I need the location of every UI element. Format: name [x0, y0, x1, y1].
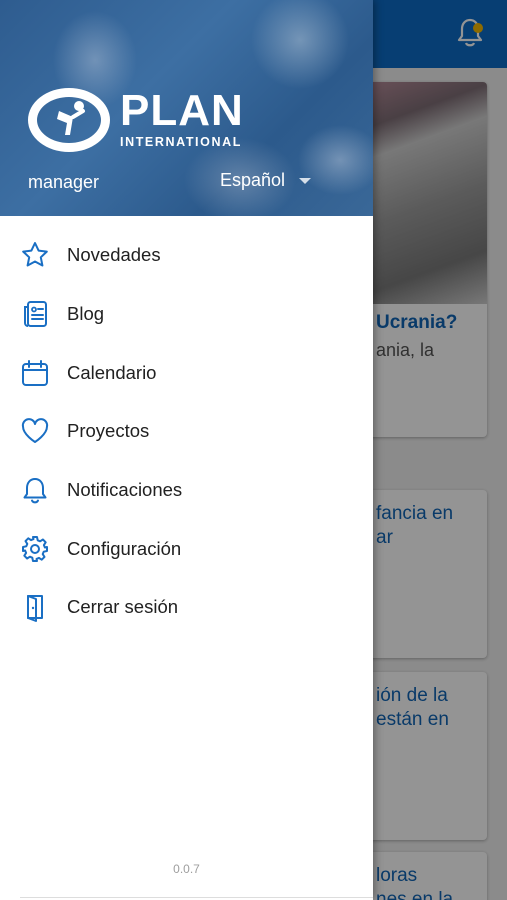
menu-item-configuracion[interactable]: Configuración [0, 519, 373, 578]
plan-international-logo: PLAN INTERNATIONAL [28, 88, 244, 152]
door-icon [20, 592, 50, 623]
bell-icon [20, 475, 50, 505]
divider [20, 897, 373, 898]
menu-item-proyectos[interactable]: Proyectos [0, 402, 373, 461]
star-icon [20, 240, 50, 270]
menu-item-cerrar-sesion[interactable]: Cerrar sesión [0, 578, 373, 637]
gear-icon [20, 534, 50, 564]
calendar-icon [20, 358, 50, 388]
logo-wordmark: PLAN [120, 86, 244, 135]
app-version: 0.0.7 [173, 862, 200, 876]
menu-item-label: Configuración [67, 537, 182, 559]
drawer-menu: Novedades Blog Calendario Proyectos Noti… [0, 226, 373, 637]
blog-icon [20, 299, 50, 329]
menu-item-novedades[interactable]: Novedades [0, 226, 373, 285]
heart-icon [20, 416, 50, 446]
menu-item-label: Novedades [67, 244, 161, 266]
menu-item-notificaciones[interactable]: Notificaciones [0, 461, 373, 520]
language-select-value: Español [220, 170, 286, 190]
chevron-down-icon [299, 177, 312, 184]
user-name: manager [28, 172, 100, 192]
menu-item-label: Cerrar sesión [67, 596, 179, 618]
menu-item-label: Notificaciones [67, 479, 183, 501]
menu-item-calendario[interactable]: Calendario [0, 343, 373, 402]
menu-item-label: Calendario [67, 361, 157, 383]
menu-item-label: Blog [67, 303, 105, 325]
menu-item-blog[interactable]: Blog [0, 285, 373, 344]
navigation-drawer: PLAN INTERNATIONAL manager Español Noved… [0, 0, 373, 900]
logo-figure-icon [28, 88, 110, 152]
language-select[interactable]: Español [220, 170, 312, 191]
logo-subtitle: INTERNATIONAL [120, 135, 242, 149]
drawer-header: PLAN INTERNATIONAL manager Español [0, 0, 373, 216]
menu-item-label: Proyectos [67, 420, 150, 442]
